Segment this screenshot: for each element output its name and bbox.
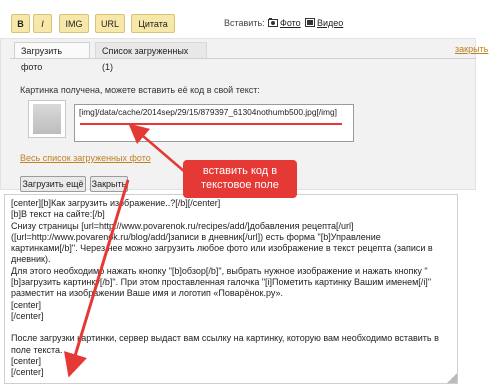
editor-line: ([url=http://www.povarenok.ru/blog/add/]… <box>11 231 381 242</box>
tab-uploaded-list[interactable]: Список загруженных (1) <box>95 42 207 72</box>
editor-line: разместит на изображении Ваше имя и лого… <box>11 288 283 299</box>
editor-line: [/center] <box>11 310 44 321</box>
italic-button[interactable]: I <box>33 14 52 33</box>
close-link[interactable]: закрыть <box>455 44 488 54</box>
text-editor[interactable]: [center][b]Как загрузить изображение..?[… <box>4 194 458 384</box>
all-uploads-link[interactable]: Весь список загруженных фото <box>20 153 151 163</box>
formatting-toolbar: B I IMG URL Цитата Вставить: Фото Видео <box>0 0 500 38</box>
tab-divider <box>10 58 476 59</box>
video-link[interactable]: Видео <box>317 18 343 28</box>
editor-line: [b]загрузить картинку[/b]". При этом про… <box>11 277 432 288</box>
photo-icon <box>268 18 278 27</box>
callout-line-1: вставить код в <box>202 165 278 177</box>
url-button[interactable]: URL <box>95 14 125 33</box>
bold-button[interactable]: B <box>11 14 30 33</box>
editor-line: поле текста. <box>11 344 63 355</box>
editor-line: дневник). <box>11 254 51 265</box>
editor-line: После загрузки картинки, сервер выдаст в… <box>11 333 439 344</box>
editor-line: [center] <box>11 355 42 366</box>
close-button[interactable]: Закрыть <box>90 176 128 192</box>
video-icon <box>305 18 315 27</box>
code-highlight-underline <box>80 123 342 125</box>
editor-line: [center][b]Как загрузить изображение..?[… <box>11 198 221 208</box>
img-button[interactable]: IMG <box>59 14 89 33</box>
photo-link[interactable]: Фото <box>280 18 301 28</box>
image-thumbnail <box>28 100 66 138</box>
upload-more-button[interactable]: Загрузить ещё <box>20 176 86 192</box>
editor-line: [/center] <box>11 367 44 378</box>
resize-handle[interactable] <box>447 373 457 383</box>
tab-upload-photo[interactable]: Загрузить фото <box>14 42 90 72</box>
quote-button[interactable]: Цитата <box>131 14 175 33</box>
editor-line: [b]В текст на сайте:[/b] <box>11 209 105 220</box>
editor-content: [center][b]Как загрузить изображение..?[… <box>11 198 451 378</box>
editor-line: Для этого необходимо нажать кнопку "[b]о… <box>11 265 428 276</box>
annotation-callout: вставить код в текстовое поле <box>183 160 297 198</box>
callout-line-2: текстовое поле <box>201 179 279 191</box>
upload-message: Картинка получена, можете вставить её ко… <box>20 85 260 95</box>
insert-label: Вставить: <box>224 18 265 28</box>
editor-line: картинками[/b]". Через нее можно загрузи… <box>11 243 433 254</box>
editor-line: Снизу страницы [url=http://www.povarenok… <box>11 220 354 231</box>
editor-line: [center] <box>11 299 42 310</box>
